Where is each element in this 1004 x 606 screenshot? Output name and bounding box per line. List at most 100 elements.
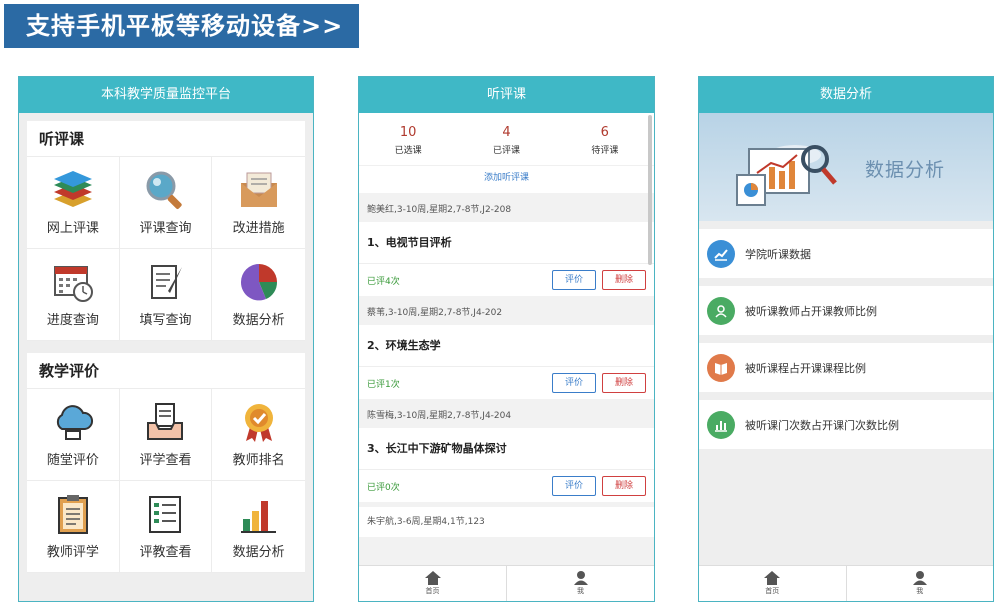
award-badge-icon bbox=[244, 404, 273, 442]
add-course-link[interactable]: 添加听评课 bbox=[359, 165, 654, 193]
rated-count: 已评1次 bbox=[367, 379, 400, 390]
delete-button[interactable]: 删除 bbox=[601, 270, 646, 290]
stat-pending[interactable]: 6 待评课 bbox=[556, 113, 654, 165]
course-card: 陈雪梅,3-10周,星期2,7-8节,J4-204 3、长江中下游矿物晶体探讨 … bbox=[359, 404, 654, 502]
menu-evaluate-query[interactable]: 评课查询 bbox=[119, 157, 213, 249]
tab-me[interactable]: 我 bbox=[507, 566, 654, 601]
menu-data-analysis[interactable]: 数据分析 bbox=[212, 249, 305, 341]
course-meta: 陈雪梅,3-10周,星期2,7-8节,J4-204 bbox=[367, 411, 512, 421]
stat-label: 已评课 bbox=[492, 146, 520, 156]
menu-label: 数据分析 bbox=[232, 545, 285, 560]
course-title[interactable]: 3、长江中下游矿物晶体探讨 bbox=[359, 428, 654, 470]
app-header-title: 本科教学质量监控平台 bbox=[19, 77, 313, 113]
tab-home[interactable]: 首页 bbox=[699, 566, 847, 601]
course-meta: 鲍美红,3-10周,星期2,7-8节,J2-208 bbox=[367, 205, 512, 215]
stat-number: 6 bbox=[600, 125, 609, 140]
scroll-quill-icon bbox=[151, 265, 183, 299]
menu-label: 教师评学 bbox=[46, 545, 99, 560]
rate-button[interactable]: 评价 bbox=[551, 476, 596, 496]
hero-banner: 数据分析 bbox=[699, 113, 993, 221]
menu-label: 评教查看 bbox=[139, 545, 192, 560]
menu-label: 评学查看 bbox=[139, 453, 192, 468]
menu-label: 数据分析 bbox=[232, 313, 285, 328]
course-stats: 10 已选课 4 已评课 6 待评课 bbox=[359, 113, 654, 165]
section-teaching-evaluation: 教学评价 随堂评价 评学查看 教师排名 教师评学 评教查看 数据分析 bbox=[27, 353, 305, 573]
rated-count: 已评4次 bbox=[367, 276, 400, 287]
course-title[interactable]: 2、环境生态学 bbox=[359, 325, 654, 367]
bottom-tab-bar: 首页 我 bbox=[699, 565, 993, 601]
tab-home[interactable]: 首页 bbox=[359, 566, 507, 601]
menu-student-eval-view[interactable]: 评学查看 bbox=[119, 389, 213, 481]
section-title: 教学评价 bbox=[27, 353, 305, 389]
hero-title: 数据分析 bbox=[865, 159, 946, 181]
course-title[interactable]: 1、电视节目评析 bbox=[359, 222, 654, 264]
section-title: 听评课 bbox=[27, 121, 305, 157]
stat-evaluated[interactable]: 4 已评课 bbox=[457, 113, 555, 165]
stat-label: 待评课 bbox=[591, 146, 619, 156]
menu-course-ratio[interactable]: 被听课程占开课课程比例 bbox=[699, 343, 993, 392]
checklist-icon bbox=[149, 496, 182, 533]
book-icon bbox=[707, 353, 735, 382]
menu-progress-query[interactable]: 进度查询 bbox=[27, 249, 120, 341]
menu-in-class-evaluate[interactable]: 随堂评价 bbox=[27, 389, 120, 481]
menu-fill-query[interactable]: 填写查询 bbox=[119, 249, 213, 341]
menu-label: 评课查询 bbox=[139, 221, 192, 236]
bar-chart-icon bbox=[240, 501, 276, 533]
user-icon bbox=[573, 571, 588, 585]
scrollbar[interactable] bbox=[648, 115, 652, 265]
menu-online-evaluate[interactable]: 网上评课 bbox=[27, 157, 120, 249]
menu-label: 填写查询 bbox=[139, 313, 192, 328]
phone-home-screen: 本科教学质量监控平台 听评课 网上评课 评课查询 改进措施 进度查询 填写查询 … bbox=[18, 76, 314, 602]
stat-selected[interactable]: 10 已选课 bbox=[359, 113, 457, 165]
layers-icon bbox=[53, 171, 92, 207]
app-header-title: 数据分析 bbox=[699, 77, 993, 113]
course-meta: 蔡苇,3-10周,星期2,7-8节,J4-202 bbox=[367, 308, 503, 318]
menu-label: 学院听课数据 bbox=[745, 247, 811, 261]
course-card: 鲍美红,3-10周,星期2,7-8节,J2-208 1、电视节目评析 已评4次 … bbox=[359, 198, 654, 296]
menu-teaching-eval-view[interactable]: 评教查看 bbox=[119, 481, 213, 573]
banner-title: 支持手机平板等移动设备>> bbox=[4, 4, 359, 48]
calendar-clock-icon bbox=[53, 266, 93, 302]
menu-label: 随堂评价 bbox=[46, 453, 99, 468]
clipboard-icon bbox=[57, 495, 88, 534]
tab-label: 我 bbox=[916, 587, 924, 595]
stat-number: 4 bbox=[502, 125, 511, 140]
rate-button[interactable]: 评价 bbox=[551, 270, 596, 290]
menu-data-analysis-2[interactable]: 数据分析 bbox=[212, 481, 305, 573]
magnifier-icon bbox=[146, 171, 183, 209]
delete-button[interactable]: 删除 bbox=[601, 476, 646, 496]
rate-button[interactable]: 评价 bbox=[551, 373, 596, 393]
phone-data-analysis-screen: 数据分析 数据分析 学院听课数据 被听课教师占开课教师比例 被听课程占开课课程比… bbox=[698, 76, 994, 602]
section-listen-evaluate: 听评课 网上评课 评课查询 改进措施 进度查询 填写查询 数据分析 bbox=[27, 121, 305, 341]
menu-label: 被听课程占开课课程比例 bbox=[745, 361, 866, 375]
menu-college-data[interactable]: 学院听课数据 bbox=[699, 229, 993, 278]
app-header-title: 听评课 bbox=[359, 77, 654, 113]
menu-label: 改进措施 bbox=[232, 221, 285, 236]
tab-label: 首页 bbox=[765, 587, 780, 595]
tab-label: 首页 bbox=[425, 587, 440, 595]
menu-label: 被听课门次数占开课门次数比例 bbox=[745, 418, 899, 432]
menu-session-ratio[interactable]: 被听课门次数占开课门次数比例 bbox=[699, 400, 993, 449]
user-icon bbox=[912, 571, 927, 585]
bottom-tab-bar: 首页 我 bbox=[359, 565, 654, 601]
menu-teacher-ranking[interactable]: 教师排名 bbox=[212, 389, 305, 481]
rated-count: 已评0次 bbox=[367, 482, 400, 493]
menu-label: 教师排名 bbox=[232, 453, 285, 468]
menu-teacher-eval-student[interactable]: 教师评学 bbox=[27, 481, 120, 573]
menu-teacher-ratio[interactable]: 被听课教师占开课教师比例 bbox=[699, 286, 993, 335]
course-card: 蔡苇,3-10周,星期2,7-8节,J4-202 2、环境生态学 已评1次 评价… bbox=[359, 301, 654, 399]
menu-label: 进度查询 bbox=[46, 313, 99, 328]
cloud-icon bbox=[56, 405, 93, 440]
user-icon bbox=[707, 296, 735, 325]
bar-chart-icon bbox=[707, 410, 735, 439]
tab-label: 我 bbox=[577, 587, 584, 595]
delete-button[interactable]: 删除 bbox=[601, 373, 646, 393]
home-icon bbox=[424, 571, 441, 585]
envelope-icon bbox=[240, 172, 277, 207]
chart-up-icon bbox=[707, 239, 735, 268]
home-icon bbox=[764, 571, 781, 585]
menu-improvement[interactable]: 改进措施 bbox=[212, 157, 305, 249]
menu-label: 网上评课 bbox=[46, 221, 99, 236]
tab-me[interactable]: 我 bbox=[847, 566, 994, 601]
stat-number: 10 bbox=[399, 125, 417, 140]
